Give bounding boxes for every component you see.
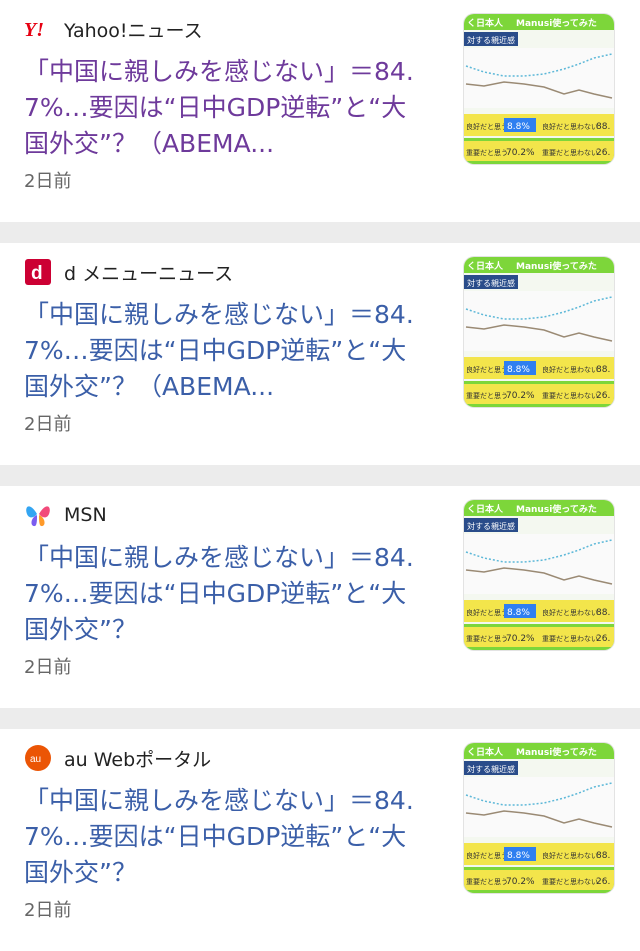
thumb-row1-right-value: 88. [596,851,610,861]
news-card[interactable]: d d メニューニュース 「中国に親しみを感じない」＝84.7%…要因は“日中G… [0,243,640,465]
thumb-row2-left-value: 70.2% [506,634,535,644]
thumb-row2-right-label: 重要だと思わない [542,149,598,157]
thumb-row1-left-value: 8.8% [507,122,530,132]
au-logo-icon: au [24,744,52,772]
thumb-row1-right-value: 88. [596,608,610,618]
dmenu-logo-icon: d [24,258,52,286]
thumb-row2-left-value: 70.2% [506,877,535,887]
thumb-header-left: く日本人 [467,503,504,515]
thumbnail-chart-image: く日本人 Manusi使ってみた対する親近感良好だと思う 8.8% 良好だと思わない8… [464,743,614,893]
thumb-header-right: Manusi使ってみた [516,17,597,29]
thumb-row2-left-label: 重要だと思う [466,878,508,886]
thumb-chart-area [464,777,614,837]
svg-text:Y!: Y! [24,19,44,40]
thumb-header-left: く日本人 [467,746,504,758]
thumb-row2-right-label: 重要だと思わない [542,635,598,643]
thumb-row2-right-value: 26. [596,148,610,158]
msn-butterfly-logo-icon [24,501,52,529]
thumb-header-right: Manusi使ってみた [516,260,597,272]
thumb-row1-left-label: 良好だと思う [466,851,508,860]
thumb-header-left: く日本人 [467,260,504,272]
thumb-row2-right-value: 26. [596,391,610,401]
thumb-row1-right-label: 良好だと思わない [542,365,598,374]
article-thumbnail[interactable]: く日本人 Manusi使ってみた 対する親近感 良好だと思う 8.8% 良好だと思わない 8… [464,743,614,893]
yahoo-logo-icon: Y! [24,15,52,43]
article-thumbnail[interactable]: く日本人 Manusi使ってみた 対する親近感 良好だと思う 8.8% 良好だと思わない 8… [464,257,614,407]
source-row: MSN [24,501,107,529]
article-title-link[interactable]: 「中国に親しみを感じない」＝84.7%…要因は“日中GDP逆転”と“大国外交”？ [24,783,416,891]
source-row: au au Webポータル [24,744,211,772]
thumb-row2-left-label: 重要だと思う [466,149,508,157]
thumb-row1-right-value: 88. [596,365,610,375]
source-name: d メニューニュース [64,262,234,285]
thumb-header-left: く日本人 [467,17,504,29]
svg-text:d: d [31,263,43,284]
thumb-subheader: 対する親近感 [467,278,515,288]
news-card[interactable]: MSN 「中国に親しみを感じない」＝84.7%…要因は“日中GDP逆転”と“大国… [0,486,640,708]
news-feed: Y! Yahoo!ニュース 「中国に親しみを感じない」＝84.7%…要因は“日中… [0,0,640,951]
source-name: MSN [64,504,107,526]
svg-text:au: au [30,754,41,765]
thumb-row1-left-label: 良好だと思う [466,122,508,131]
thumb-row1-left-label: 良好だと思う [466,365,508,374]
thumb-row1-right-label: 良好だと思わない [542,122,598,131]
thumbnail-chart-image: く日本人 Manusi使ってみた対する親近感良好だと思う 8.8% 良好だと思わない8… [464,14,614,164]
article-title-link[interactable]: 「中国に親しみを感じない」＝84.7%…要因は“日中GDP逆転”と“大国外交”？… [24,54,416,162]
source-row: Y! Yahoo!ニュース [24,15,203,43]
news-card[interactable]: au au Webポータル 「中国に親しみを感じない」＝84.7%…要因は“日中… [0,729,640,951]
thumb-subheader: 対する親近感 [467,35,515,45]
thumb-row1-left-label: 良好だと思う [466,608,508,617]
published-time: 2日前 [24,414,72,435]
thumb-row2-left-label: 重要だと思う [466,635,508,643]
article-title-link[interactable]: 「中国に親しみを感じない」＝84.7%…要因は“日中GDP逆転”と“大国外交”？… [24,297,416,405]
thumb-row2-left-value: 70.2% [506,148,535,158]
thumb-row1-left-value: 8.8% [507,365,530,375]
thumb-row2-right-value: 26. [596,634,610,644]
thumb-chart-area [464,48,614,108]
thumb-header-right: Manusi使ってみた [516,503,597,515]
thumb-row2-right-value: 26. [596,877,610,887]
thumb-row2-right-label: 重要だと思わない [542,878,598,886]
article-thumbnail[interactable]: く日本人 Manusi使ってみた 対する親近感 良好だと思う 8.8% 良好だと思わない 8… [464,500,614,650]
thumb-chart-area [464,534,614,594]
article-title-link[interactable]: 「中国に親しみを感じない」＝84.7%…要因は“日中GDP逆転”と“大国外交”？ [24,540,416,648]
thumb-row1-right-label: 良好だと思わない [542,851,598,860]
thumb-row1-left-value: 8.8% [507,608,530,618]
thumb-header-right: Manusi使ってみた [516,746,597,758]
thumb-row1-right-value: 88. [596,122,610,132]
thumb-row2-right-label: 重要だと思わない [542,392,598,400]
thumb-row1-left-value: 8.8% [507,851,530,861]
source-name: au Webポータル [64,748,212,771]
thumbnail-chart-image: く日本人 Manusi使ってみた対する親近感良好だと思う 8.8% 良好だと思わない8… [464,257,614,407]
thumb-subheader: 対する親近感 [467,764,515,774]
thumb-row2-left-value: 70.2% [506,391,535,401]
thumbnail-chart-image: く日本人 Manusi使ってみた対する親近感良好だと思う 8.8% 良好だと思わない8… [464,500,614,650]
thumb-row2-left-label: 重要だと思う [466,392,508,400]
published-time: 2日前 [24,657,72,678]
news-card[interactable]: Y! Yahoo!ニュース 「中国に親しみを感じない」＝84.7%…要因は“日中… [0,0,640,222]
article-thumbnail[interactable]: く日本人 Manusi使ってみた 対する親近感 良好だと思う 8.8% 良好だと思わない 8… [464,14,614,164]
thumb-row1-right-label: 良好だと思わない [542,608,598,617]
thumb-subheader: 対する親近感 [467,521,515,531]
published-time: 2日前 [24,171,72,192]
thumb-chart-area [464,291,614,351]
source-name: Yahoo!ニュース [64,19,203,42]
source-row: d d メニューニュース [24,258,233,286]
published-time: 2日前 [24,900,72,921]
